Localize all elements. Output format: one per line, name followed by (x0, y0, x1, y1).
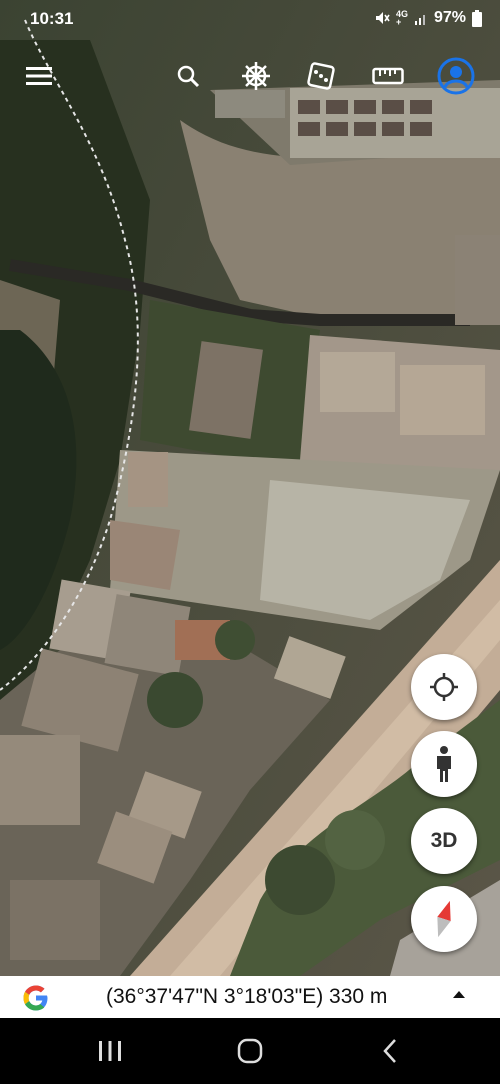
voyager-button[interactable] (232, 52, 280, 100)
system-nav-bar (0, 1018, 500, 1084)
my-location-icon (430, 673, 458, 701)
expand-caret-icon[interactable] (453, 991, 465, 998)
network-type: 4G + (395, 10, 408, 27)
home-button[interactable] (220, 1032, 280, 1070)
google-g-logo (23, 985, 48, 1011)
status-bar: 10:31 4G + 97% (0, 0, 500, 38)
top-toolbar (0, 52, 500, 104)
menu-icon (26, 67, 52, 85)
compass-button[interactable] (411, 886, 477, 952)
recent-apps-icon (99, 1041, 121, 1061)
recent-apps-button[interactable] (80, 1032, 140, 1070)
mute-icon (375, 12, 390, 24)
info-bar: (36°37'47"N 3°18'03"E) 330 m (0, 976, 500, 1018)
status-icons: 4G + 97% (374, 9, 482, 27)
back-icon (383, 1039, 396, 1063)
signal-icon (414, 15, 425, 25)
battery-percent: 97% (433, 9, 466, 26)
network-type-bottom: + (395, 17, 402, 27)
search-icon (177, 65, 200, 88)
street-view-button[interactable] (411, 731, 477, 797)
3d-label: 3D (430, 829, 458, 852)
search-button[interactable] (164, 52, 212, 100)
status-time: 10:31 (30, 9, 74, 28)
battery-icon (472, 9, 482, 27)
back-button[interactable] (360, 1032, 420, 1070)
my-location-button[interactable] (411, 654, 477, 720)
compass-icon (437, 900, 451, 938)
feeling-lucky-dice-icon (307, 62, 335, 90)
voyager-wheel-icon (242, 62, 270, 90)
measure-ruler-icon (372, 67, 404, 85)
account-icon (437, 57, 475, 95)
measure-button[interactable] (364, 52, 412, 100)
account-button[interactable] (432, 52, 480, 100)
feeling-lucky-button[interactable] (297, 52, 345, 100)
home-icon (237, 1038, 263, 1064)
coordinates-label: (36°37'47"N 3°18'03"E) 330 m (106, 985, 388, 1008)
3d-toggle-button[interactable]: 3D (411, 808, 477, 874)
menu-button[interactable] (15, 52, 63, 100)
pegman-icon (437, 746, 451, 782)
